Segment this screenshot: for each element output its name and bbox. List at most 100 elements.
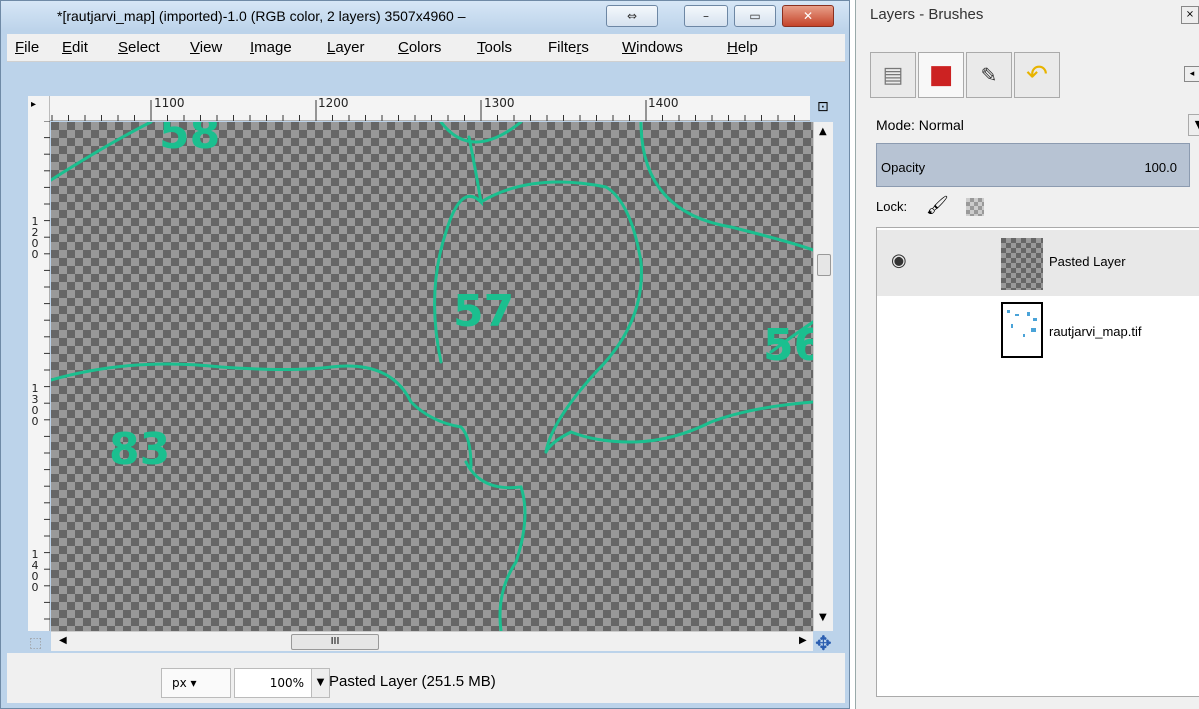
menu-image[interactable]: Image — [250, 39, 292, 56]
tab-menu-button[interactable]: ◂ — [1184, 66, 1199, 82]
mode-label: Mode: Normal — [876, 117, 964, 133]
menu-edit[interactable]: Edit — [62, 39, 88, 56]
ruler-label: 1200 — [318, 96, 349, 110]
menu-arrow-icon: ▸ — [31, 99, 37, 110]
menu-mnemonic: T — [477, 39, 485, 56]
ruler-label: 1300 — [484, 96, 515, 110]
opacity-value: 100.0 — [1144, 160, 1177, 175]
menu-mnemonic: L — [327, 39, 336, 56]
ruler-label-vertical: 1200 — [29, 216, 41, 260]
ruler-label: 1100 — [154, 96, 185, 110]
minimize-button[interactable]: – — [684, 5, 728, 27]
channels-icon: ■ — [928, 60, 954, 90]
menu-mnemonic: F — [15, 39, 25, 56]
map-label: 56 — [763, 320, 813, 371]
layer-row[interactable]: ◉ Pasted Layer — [877, 230, 1199, 296]
layer-thumbnail — [1001, 302, 1043, 358]
tab-layers[interactable]: ▤ — [870, 52, 916, 98]
ruler-label: 1400 — [31, 548, 39, 594]
vertical-scroll-thumb[interactable] — [817, 254, 831, 276]
lock-label: Lock: — [876, 199, 908, 214]
scroll-down-icon[interactable]: ▼ — [819, 612, 827, 623]
menu-layer[interactable]: Layer — [327, 39, 365, 56]
layer-name: rautjarvi_map.tif — [1049, 324, 1142, 339]
menu-view[interactable]: View — [190, 39, 222, 56]
eye-icon[interactable]: ◉ — [891, 250, 907, 271]
scroll-up-icon[interactable]: ▲ — [819, 126, 827, 137]
menu-tools[interactable]: Tools — [477, 39, 512, 56]
image-window: *[rautjarvi_map] (imported)-1.0 (RGB col… — [0, 0, 850, 709]
brush-icon[interactable]: 🖌 — [926, 195, 949, 216]
map-thumbnail-graphic — [1007, 310, 1037, 337]
layer-row[interactable]: rautjarvi_map.tif — [877, 300, 1199, 366]
map-label: 57 — [453, 286, 515, 337]
quick-mask-icon[interactable]: ⬚ — [29, 635, 42, 651]
vertical-scrollbar[interactable]: ▲ ▼ — [813, 122, 833, 631]
ruler-ticks — [51, 100, 795, 121]
resize-button[interactable]: ⇔ — [606, 5, 658, 27]
image-canvas[interactable]: 58 57 56 83 — [51, 122, 813, 631]
layers-icon: ▤ — [882, 62, 904, 88]
menu-mnemonic: W — [622, 39, 637, 56]
scroll-right-icon[interactable]: ▶ — [799, 635, 807, 646]
vertical-ruler[interactable]: 1200 1300 1400 — [28, 121, 50, 631]
close-icon[interactable]: ⨯ — [1181, 6, 1199, 24]
undo-icon: ↶ — [1026, 60, 1048, 90]
layers-dock: Layers - Brushes ⨯ ▤ ■ ✎ ↶ ◂ Mode: Norma… — [855, 0, 1199, 709]
dock-title: Layers - Brushes — [870, 6, 984, 23]
status-text: Pasted Layer (251.5 MB) — [329, 673, 496, 690]
ruler-corner[interactable]: ▸ — [28, 96, 50, 121]
layer-thumbnail — [1001, 238, 1043, 290]
menu-filters[interactable]: Filters — [548, 39, 589, 56]
window-title: *[rautjarvi_map] (imported)-1.0 (RGB col… — [57, 8, 466, 24]
ruler-label-vertical: 1300 — [29, 383, 41, 427]
opacity-slider[interactable]: Opacity 100.0 — [876, 143, 1190, 187]
title-bar: *[rautjarvi_map] (imported)-1.0 (RGB col… — [1, 1, 849, 31]
map-boundaries — [51, 122, 813, 631]
menu-mnemonic: V — [190, 39, 200, 56]
tab-channels[interactable]: ■ — [918, 52, 964, 98]
menu-mnemonic: E — [62, 39, 73, 56]
scroll-left-icon[interactable]: ◀ — [59, 635, 67, 646]
menu-mnemonic: C — [398, 39, 409, 56]
ruler-label: 1300 — [31, 382, 39, 428]
opacity-label: Opacity — [881, 160, 926, 175]
ruler-label-vertical: 1400 — [29, 549, 41, 593]
ruler-label: 1400 — [648, 96, 679, 110]
horizontal-ruler[interactable]: 1100 1200 1300 1400 — [28, 96, 810, 121]
unit-selector[interactable]: px ▾ — [161, 668, 231, 698]
map-label: 58 — [159, 122, 221, 159]
ruler-label: 1200 — [31, 215, 39, 261]
horizontal-scrollbar[interactable]: ◀ III ▶ — [51, 631, 813, 651]
zoom-selector[interactable]: 100% ▼ — [234, 668, 330, 698]
mode-row[interactable]: Mode: Normal ▼ — [876, 114, 1199, 138]
zoom-value: 100% — [269, 676, 304, 690]
zoom-fit-icon[interactable]: ⊡ — [817, 99, 829, 115]
menu-mnemonic: S — [118, 39, 129, 56]
menu-select[interactable]: Select — [118, 39, 160, 56]
chevron-down-icon[interactable]: ▼ — [1188, 114, 1199, 136]
maximize-button[interactable]: ▭ — [734, 5, 776, 27]
menu-file[interactable]: File — [15, 39, 39, 56]
map-label: 83 — [109, 424, 171, 475]
menu-colors[interactable]: Colors — [398, 39, 441, 56]
unit-value: px — [172, 676, 187, 690]
menu-windows[interactable]: Windows — [622, 39, 683, 56]
tab-paths[interactable]: ✎ — [966, 52, 1012, 98]
chevron-down-icon[interactable]: ▼ — [311, 669, 329, 697]
menu-mnemonic: H — [727, 39, 738, 56]
navigate-icon[interactable]: ✥ — [815, 631, 832, 655]
lock-alpha-icon[interactable] — [966, 198, 984, 216]
menu-mnemonic: r — [576, 39, 582, 56]
menu-help[interactable]: Help — [727, 39, 758, 56]
layers-list: ◉ Pasted Layer rautjarvi_map.tif — [876, 227, 1199, 697]
menu-bar: File Edit Select View Image Layer Colors… — [7, 34, 845, 62]
lock-row: Lock: 🖌 — [876, 195, 1199, 221]
status-bar: px ▾ 100% ▼ Pasted Layer (251.5 MB) — [7, 653, 845, 703]
close-button[interactable]: ✕ — [782, 5, 834, 27]
tab-undo[interactable]: ↶ — [1014, 52, 1060, 98]
layer-name: Pasted Layer — [1049, 254, 1126, 269]
horizontal-scroll-thumb[interactable]: III — [291, 634, 379, 650]
menu-mnemonic: I — [250, 39, 255, 56]
paths-icon: ✎ — [980, 63, 998, 87]
